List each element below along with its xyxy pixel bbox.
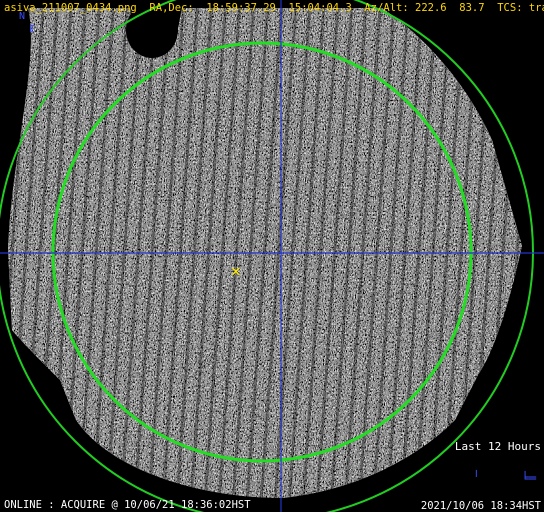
tcs-label: TCS: [497, 2, 523, 14]
ra-value: 18:59:37.29 [206, 2, 276, 14]
acquire-status: ONLINE : ACQUIRE @ 10/06/21 18:36:02HST [4, 499, 251, 511]
allsky-viewer: ✕ asiva_211007_0434.png RA,Dec: 18:59:37… [0, 0, 544, 512]
alt-value: 83.7 [459, 2, 485, 14]
compass-east: E [29, 24, 36, 35]
tcs-state: track [528, 2, 544, 14]
target-marker: ✕ [231, 261, 241, 280]
trail-legend-icon: ╷ [472, 463, 480, 477]
allsky-image [0, 0, 544, 512]
image-timestamp: 2021/10/06 18:34HST [420, 500, 541, 512]
compass-north: N [19, 11, 26, 22]
scale-legend-icon: ╘═ [521, 471, 536, 485]
azalt-label: Az/Alt: [364, 2, 409, 14]
dec-value: 15:04:04.3 [288, 2, 352, 14]
header-bar: asiva_211007_0434.png RA,Dec: 18:59:37.2… [4, 2, 544, 14]
time-window-label: Last 12 Hours [454, 440, 541, 453]
radec-label: RA,Dec: [149, 2, 194, 14]
az-value: 222.6 [415, 2, 447, 14]
